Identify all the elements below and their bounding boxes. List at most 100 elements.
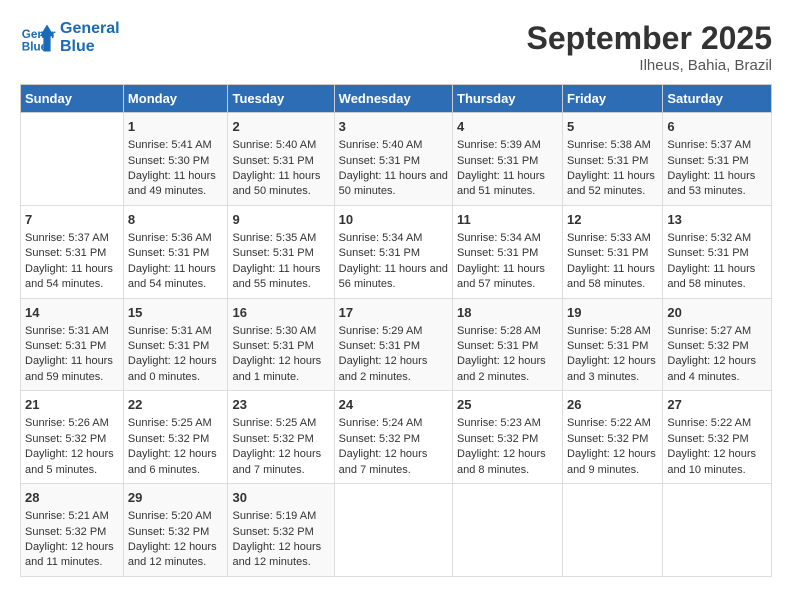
day-number: 26 (567, 396, 658, 414)
daylight-text: Daylight: 11 hours and 54 minutes. (128, 262, 224, 293)
daylight-text: Daylight: 11 hours and 52 minutes. (567, 169, 658, 200)
sunrise-text: Sunrise: 5:26 AM (25, 416, 119, 431)
daylight-text: Daylight: 12 hours and 6 minutes. (128, 447, 224, 478)
calendar-cell: 16Sunrise: 5:30 AMSunset: 5:31 PMDayligh… (228, 298, 334, 391)
calendar-week-row: 28Sunrise: 5:21 AMSunset: 5:32 PMDayligh… (21, 484, 772, 577)
daylight-text: Daylight: 12 hours and 0 minutes. (128, 354, 224, 385)
calendar-cell (334, 484, 452, 577)
sunset-text: Sunset: 5:31 PM (25, 246, 119, 261)
day-number: 10 (339, 211, 448, 229)
title-block: September 2025 Ilheus, Bahia, Brazil (527, 20, 772, 74)
calendar-cell: 17Sunrise: 5:29 AMSunset: 5:31 PMDayligh… (334, 298, 452, 391)
sunrise-text: Sunrise: 5:21 AM (25, 509, 119, 524)
sunset-text: Sunset: 5:32 PM (667, 339, 767, 354)
sunrise-text: Sunrise: 5:27 AM (667, 324, 767, 339)
calendar-week-row: 14Sunrise: 5:31 AMSunset: 5:31 PMDayligh… (21, 298, 772, 391)
day-number: 23 (232, 396, 329, 414)
sunset-text: Sunset: 5:32 PM (128, 432, 224, 447)
calendar-cell: 27Sunrise: 5:22 AMSunset: 5:32 PMDayligh… (663, 391, 772, 484)
calendar-cell: 4Sunrise: 5:39 AMSunset: 5:31 PMDaylight… (453, 113, 563, 206)
header-cell-friday: Friday (563, 85, 663, 113)
calendar-cell: 22Sunrise: 5:25 AMSunset: 5:32 PMDayligh… (123, 391, 228, 484)
calendar-cell: 12 Sunrise: 5:33 AMSunset: 5:31 PMDayligh… (563, 205, 663, 298)
daylight-text: Daylight: 11 hours and 49 minutes. (128, 169, 224, 200)
day-number: 5 (567, 118, 658, 136)
day-number: 28 (25, 489, 119, 507)
daylight-text: Daylight: 11 hours and 50 minutes. (232, 169, 329, 200)
calendar-cell: 14Sunrise: 5:31 AMSunset: 5:31 PMDayligh… (21, 298, 124, 391)
sunset-text: Sunset: 5:31 PM (232, 154, 329, 169)
calendar-cell: 25Sunrise: 5:23 AMSunset: 5:32 PMDayligh… (453, 391, 563, 484)
day-number: 14 (25, 304, 119, 322)
day-number: 12 (567, 211, 658, 229)
sunrise-text: Sunrise: 5:19 AM (232, 509, 329, 524)
sunset-text: Sunset: 5:31 PM (567, 246, 658, 261)
sunset-text: Sunset: 5:31 PM (339, 246, 448, 261)
sunrise-text: Sunrise: 5:25 AM (232, 416, 329, 431)
calendar-cell: 18Sunrise: 5:28 AMSunset: 5:31 PMDayligh… (453, 298, 563, 391)
sunrise-text: Sunrise: 5:41 AM (128, 138, 224, 153)
daylight-text: Daylight: 11 hours and 57 minutes. (457, 262, 558, 293)
sunset-text: Sunset: 5:31 PM (457, 339, 558, 354)
daylight-text: Daylight: 12 hours and 12 minutes. (128, 540, 224, 571)
daylight-text: Daylight: 12 hours and 4 minutes. (667, 354, 767, 385)
sunrise-text: Sunrise: 5:37 AM (25, 231, 119, 246)
day-number: 16 (232, 304, 329, 322)
sunset-text: Sunset: 5:31 PM (457, 246, 558, 261)
logo-icon: General Blue (20, 20, 56, 56)
sunset-text: Sunset: 5:31 PM (25, 339, 119, 354)
sunrise-text: Sunrise: 5:33 AM (567, 231, 658, 246)
sunset-text: Sunset: 5:31 PM (232, 246, 329, 261)
sunrise-text: Sunrise: 5:40 AM (339, 138, 448, 153)
calendar-week-row: 7Sunrise: 5:37 AMSunset: 5:31 PMDaylight… (21, 205, 772, 298)
daylight-text: Daylight: 12 hours and 2 minutes. (457, 354, 558, 385)
day-number: 17 (339, 304, 448, 322)
daylight-text: Daylight: 11 hours and 58 minutes. (667, 262, 767, 293)
daylight-text: Daylight: 12 hours and 3 minutes. (567, 354, 658, 385)
day-number: 7 (25, 211, 119, 229)
calendar-cell: 28Sunrise: 5:21 AMSunset: 5:32 PMDayligh… (21, 484, 124, 577)
day-number: 15 (128, 304, 224, 322)
sunrise-text: Sunrise: 5:35 AM (232, 231, 329, 246)
daylight-text: Daylight: 11 hours and 58 minutes. (567, 262, 658, 293)
calendar-week-row: 21Sunrise: 5:26 AMSunset: 5:32 PMDayligh… (21, 391, 772, 484)
daylight-text: Daylight: 12 hours and 11 minutes. (25, 540, 119, 571)
sunrise-text: Sunrise: 5:29 AM (339, 324, 448, 339)
day-number: 6 (667, 118, 767, 136)
header-cell-monday: Monday (123, 85, 228, 113)
day-number: 3 (339, 118, 448, 136)
logo: General Blue General Blue (20, 20, 120, 56)
day-number: 1 (128, 118, 224, 136)
sunset-text: Sunset: 5:32 PM (339, 432, 448, 447)
daylight-text: Daylight: 12 hours and 9 minutes. (567, 447, 658, 478)
daylight-text: Daylight: 11 hours and 56 minutes. (339, 262, 448, 293)
calendar-cell (453, 484, 563, 577)
day-number: 25 (457, 396, 558, 414)
sunset-text: Sunset: 5:31 PM (339, 154, 448, 169)
sunrise-text: Sunrise: 5:37 AM (667, 138, 767, 153)
sunset-text: Sunset: 5:32 PM (25, 432, 119, 447)
sunrise-text: Sunrise: 5:28 AM (457, 324, 558, 339)
sunrise-text: Sunrise: 5:31 AM (25, 324, 119, 339)
calendar-table: SundayMondayTuesdayWednesdayThursdayFrid… (20, 84, 772, 577)
sunrise-text: Sunrise: 5:39 AM (457, 138, 558, 153)
sunrise-text: Sunrise: 5:25 AM (128, 416, 224, 431)
daylight-text: Daylight: 12 hours and 2 minutes. (339, 354, 448, 385)
calendar-cell (21, 113, 124, 206)
sunrise-text: Sunrise: 5:23 AM (457, 416, 558, 431)
sunrise-text: Sunrise: 5:34 AM (339, 231, 448, 246)
sunset-text: Sunset: 5:31 PM (128, 246, 224, 261)
calendar-cell: 10 Sunrise: 5:34 AMSunset: 5:31 PMDayligh… (334, 205, 452, 298)
calendar-cell: 13Sunrise: 5:32 AMSunset: 5:31 PMDayligh… (663, 205, 772, 298)
sunset-text: Sunset: 5:32 PM (232, 432, 329, 447)
header-cell-tuesday: Tuesday (228, 85, 334, 113)
sunset-text: Sunset: 5:31 PM (128, 339, 224, 354)
daylight-text: Daylight: 12 hours and 5 minutes. (25, 447, 119, 478)
calendar-body: 1Sunrise: 5:41 AMSunset: 5:30 PMDaylight… (21, 113, 772, 577)
sunrise-text: Sunrise: 5:28 AM (567, 324, 658, 339)
day-number: 2 (232, 118, 329, 136)
calendar-cell: 8Sunrise: 5:36 AMSunset: 5:31 PMDaylight… (123, 205, 228, 298)
daylight-text: Daylight: 12 hours and 7 minutes. (339, 447, 448, 478)
calendar-cell: 3Sunrise: 5:40 AMSunset: 5:31 PMDaylight… (334, 113, 452, 206)
logo-text: General Blue (60, 20, 120, 56)
